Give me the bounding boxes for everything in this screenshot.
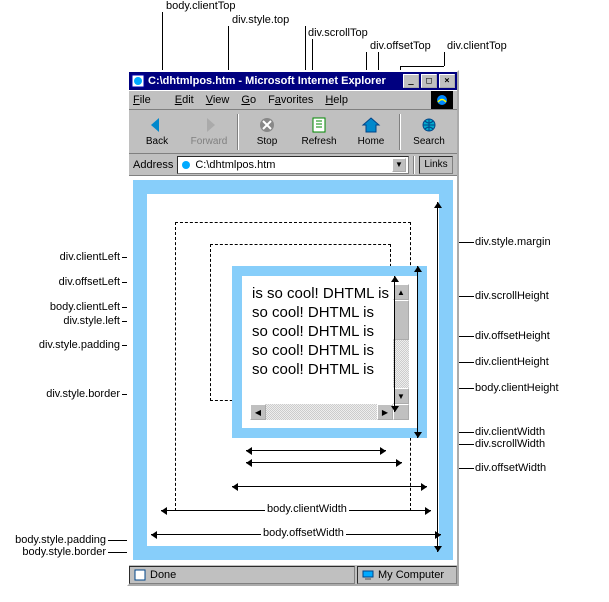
body-client-width-label: body.clientWidth	[265, 503, 349, 515]
toolbar-separator	[399, 114, 401, 150]
address-value: C:\dhtmlpos.htm	[195, 159, 275, 171]
menubar: File Edit View Go Favorites Help	[129, 90, 457, 110]
callout-div-client-left: div.clientLeft	[42, 251, 120, 263]
menu-view[interactable]: View	[206, 94, 230, 106]
callout-div-style-padding: div.style.padding	[20, 339, 120, 351]
scrollbar-horizontal[interactable]: ◀ ▶	[250, 404, 409, 420]
menu-help[interactable]: Help	[325, 94, 348, 106]
status-zone-text: My Computer	[378, 569, 444, 581]
maximize-button[interactable]: □	[421, 74, 437, 88]
search-button[interactable]: Search	[405, 112, 453, 152]
search-label: Search	[413, 136, 445, 147]
status-panel-left: Done	[129, 566, 355, 584]
callout-div-style-margin: div.style.margin	[475, 236, 551, 248]
callout-div-scroll-width: div.scrollWidth	[475, 438, 545, 450]
status-panel-right: My Computer	[357, 566, 457, 584]
status-done-text: Done	[150, 569, 176, 581]
forward-label: Forward	[191, 136, 228, 147]
body-padding-region: is so cool! DHTML is so cool! DHTML is s…	[147, 194, 439, 546]
callout-div-client-width: div.clientWidth	[475, 426, 545, 438]
stop-icon	[257, 116, 277, 134]
div-text-content: is so cool! DHTML is so cool! DHTML is s…	[250, 284, 393, 404]
measure-div-offset-height	[417, 266, 418, 438]
callout-body-style-padding: body.style.padding	[0, 534, 106, 546]
home-icon	[361, 116, 381, 134]
div-inner-box: is so cool! DHTML is so cool! DHTML is s…	[250, 284, 409, 420]
callout-div-client-height: div.clientHeight	[475, 356, 549, 368]
stop-label: Stop	[257, 136, 278, 147]
measure-div-offset-width	[232, 486, 427, 487]
ie-logo-icon	[431, 91, 453, 109]
refresh-button[interactable]: Refresh	[295, 112, 343, 152]
address-dropdown-button[interactable]: ▼	[392, 158, 406, 172]
leader	[444, 52, 445, 66]
measure-body-client-height	[437, 202, 438, 552]
div-border-region: is so cool! DHTML is so cool! DHTML is s…	[232, 266, 427, 438]
callout-div-style-top: div.style.top	[232, 14, 289, 26]
home-button[interactable]: Home	[347, 112, 395, 152]
back-button[interactable]: Back	[133, 112, 181, 152]
callout-div-style-left: div.style.left	[50, 315, 120, 327]
menu-edit[interactable]: Edit	[175, 94, 194, 106]
refresh-icon	[309, 116, 329, 134]
titlebar: C:\dhtmlpos.htm - Microsoft Internet Exp…	[129, 72, 457, 90]
callout-body-client-left: body.clientLeft	[30, 301, 120, 313]
scrollbar-vertical[interactable]: ▲ ▼	[393, 284, 409, 404]
measure-div-client-height	[394, 276, 395, 412]
callout-div-offset-width: div.offsetWidth	[475, 462, 546, 474]
measure-div-scroll-width	[246, 462, 402, 463]
forward-button[interactable]: Forward	[185, 112, 233, 152]
scroll-thumb[interactable]	[393, 300, 409, 340]
menu-go[interactable]: Go	[241, 94, 256, 106]
callout-body-client-top: body.clientTop	[166, 0, 236, 12]
callout-div-scroll-height: div.scrollHeight	[475, 290, 549, 302]
ie-doc-icon	[180, 159, 192, 171]
address-bar: Address C:\dhtmlpos.htm ▼ Links	[129, 154, 457, 176]
toolbar-separator	[237, 114, 239, 150]
callout-div-offset-height: div.offsetHeight	[475, 330, 550, 342]
scroll-up-button[interactable]: ▲	[393, 284, 409, 300]
forward-icon	[199, 116, 219, 134]
scroll-left-button[interactable]: ◀	[250, 404, 266, 420]
links-button[interactable]: Links	[419, 156, 453, 174]
address-label: Address	[133, 159, 173, 171]
window-title: C:\dhtmlpos.htm - Microsoft Internet Exp…	[148, 75, 386, 87]
callout-div-client-top: div.clientTop	[447, 40, 507, 52]
scroll-down-button[interactable]: ▼	[393, 388, 409, 404]
browser-window: C:\dhtmlpos.htm - Microsoft Internet Exp…	[127, 70, 459, 586]
toolbar: Back Forward Stop Refresh Home	[129, 110, 457, 154]
status-bar: Done My Computer	[129, 564, 457, 584]
refresh-label: Refresh	[301, 136, 336, 147]
menu-file[interactable]: File	[133, 94, 163, 106]
address-field[interactable]: C:\dhtmlpos.htm ▼	[177, 156, 409, 174]
callout-div-scroll-top: div.scrollTop	[308, 27, 368, 39]
minimize-button[interactable]: _	[403, 74, 419, 88]
callout-div-style-border: div.style.border	[32, 388, 120, 400]
body-border-region: is so cool! DHTML is so cool! DHTML is s…	[133, 180, 453, 560]
callout-body-client-height: body.clientHeight	[475, 382, 559, 394]
back-label: Back	[146, 136, 168, 147]
menu-favorites[interactable]: Favorites	[268, 94, 313, 106]
computer-icon	[362, 569, 374, 581]
search-icon	[419, 116, 439, 134]
callout-div-offset-top: div.offsetTop	[370, 40, 431, 52]
callout-body-style-border: body.style.border	[0, 546, 106, 558]
browser-content: is so cool! DHTML is so cool! DHTML is s…	[129, 176, 457, 564]
leader	[400, 66, 444, 67]
body-offset-width-label: body.offsetWidth	[261, 527, 346, 539]
callout-div-offset-left: div.offsetLeft	[42, 276, 120, 288]
close-button[interactable]: ×	[439, 74, 455, 88]
separator	[413, 156, 415, 174]
done-icon	[134, 569, 146, 581]
back-icon	[147, 116, 167, 134]
ie-doc-icon	[131, 74, 145, 88]
stop-button[interactable]: Stop	[243, 112, 291, 152]
measure-div-client-width	[246, 450, 386, 451]
home-label: Home	[358, 136, 385, 147]
